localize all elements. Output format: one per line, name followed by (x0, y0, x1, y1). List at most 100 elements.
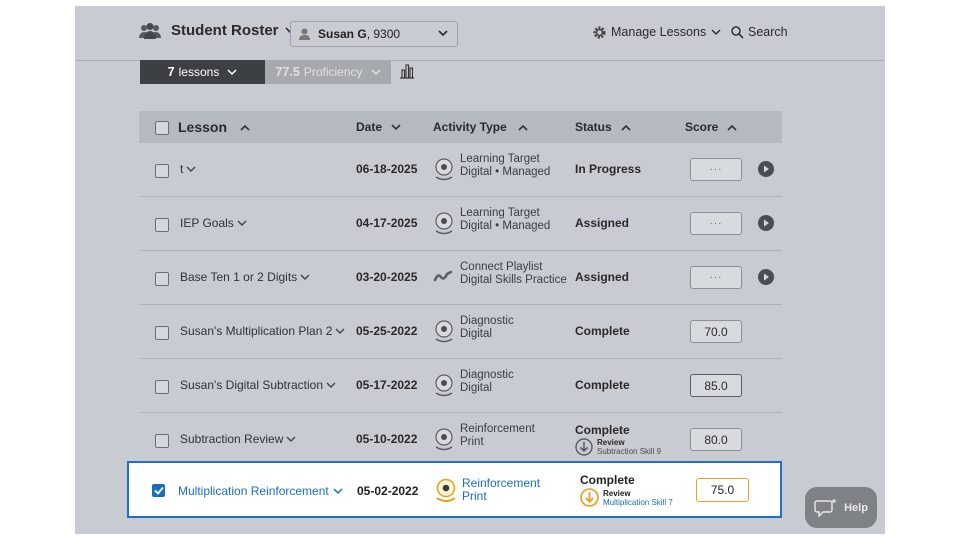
score-box[interactable]: 85.0 (690, 374, 742, 397)
review-link[interactable]: Review Subtraction Skill 9 (575, 438, 661, 456)
status-text: Complete (575, 423, 630, 437)
student-select[interactable]: Susan G, 9300 (290, 21, 458, 47)
score-box[interactable]: 80.0 (690, 428, 742, 451)
chevron-down-icon (438, 30, 448, 37)
status-text: Complete (580, 473, 635, 487)
activity-type-detail: Digital • Managed (460, 166, 551, 178)
bar-chart-icon[interactable] (399, 63, 415, 79)
lesson-date: 05-25-2022 (356, 324, 418, 338)
chevron-down-icon (186, 166, 196, 172)
review-skill: Subtraction Skill 9 (597, 447, 662, 456)
chevron-down-icon (227, 68, 237, 75)
table-header: Lesson Date Activity Type Status Score (139, 111, 782, 143)
activity-type-detail: Print (462, 489, 487, 503)
lesson-name-dropdown[interactable]: Base Ten 1 or 2 Digits (180, 270, 310, 284)
table-row[interactable]: Subtraction Review 05-10-2022 Reinforcem… (139, 413, 782, 467)
lessons-count: 7 (167, 65, 175, 79)
search-label: Search (748, 25, 788, 39)
target-icon (436, 478, 456, 502)
play-icon[interactable] (758, 161, 774, 177)
table-row[interactable]: Base Ten 1 or 2 Digits 03-20-2025 Connec… (139, 251, 782, 305)
activity-type-detail: Digital Skills Practice (460, 274, 567, 286)
play-icon[interactable] (758, 215, 774, 231)
lesson-date: 04-17-2025 (356, 216, 418, 230)
target-icon (435, 158, 453, 181)
row-checkbox[interactable] (155, 164, 169, 178)
row-checkbox[interactable] (155, 218, 169, 232)
table-row[interactable]: Susan's Digital Subtraction 05-17-2022 D… (139, 359, 782, 413)
row-checkbox[interactable] (155, 272, 169, 286)
column-lesson-label: Lesson (178, 119, 228, 135)
student-name: Susan G (318, 27, 367, 41)
table-row[interactable]: IEP Goals 04-17-2025 Learning Target Digi… (139, 197, 782, 251)
column-lesson[interactable]: Lesson (178, 111, 251, 143)
status-cell: Complete Review Subtraction Skill 9 (575, 423, 661, 456)
checkmark-icon (153, 486, 164, 495)
row-checkbox[interactable] (155, 326, 169, 340)
activity-type-detail: Digital (460, 328, 492, 340)
proficiency-button[interactable]: 77.5 Proficiency (265, 60, 391, 84)
score-box[interactable]: ··· (690, 212, 742, 235)
lesson-name-dropdown[interactable]: Susan's Multiplication Plan 2 (180, 324, 345, 338)
lesson-name-dropdown[interactable]: Susan's Digital Subtraction (180, 378, 336, 392)
score-box[interactable]: 75.0 (696, 478, 749, 502)
page-title: Student Roster (171, 22, 279, 39)
chat-help-icon (814, 498, 837, 518)
student-id: , 9300 (366, 27, 401, 41)
proficiency-label: Proficiency (303, 65, 363, 79)
help-button[interactable]: Help (805, 487, 877, 528)
score-box[interactable]: 70.0 (690, 320, 742, 343)
column-status-label: Status (575, 120, 612, 134)
column-activity-label: Activity Type (433, 120, 507, 134)
activity-type: Learning Target Digital • Managed (460, 207, 550, 233)
score-box[interactable]: ··· (690, 158, 742, 181)
chevron-down-icon (391, 123, 401, 130)
play-icon[interactable] (758, 269, 774, 285)
target-icon (435, 212, 453, 235)
manage-lessons-label: Manage Lessons (611, 25, 707, 39)
lesson-name-dropdown[interactable]: IEP Goals (180, 216, 247, 230)
lesson-name-dropdown[interactable]: Multiplication Reinforcement (178, 484, 343, 498)
lesson-date: 05-10-2022 (356, 432, 418, 446)
activity-type-detail: Digital (460, 382, 492, 394)
review-link[interactable]: Review Multiplication Skill 7 (580, 488, 673, 507)
column-status[interactable]: Status (575, 111, 632, 143)
column-date[interactable]: Date (356, 111, 402, 143)
row-checkbox[interactable] (155, 380, 169, 394)
top-bar: Student Roster Susan G, 9300 Manage Less… (75, 6, 885, 61)
select-all-checkbox[interactable] (155, 121, 169, 135)
activity-type-detail: Digital • Managed (460, 220, 551, 232)
score-box[interactable]: ··· (690, 266, 742, 289)
lessons-count-button[interactable]: 7 lessons (140, 60, 265, 84)
activity-type-name: Learning Target (460, 153, 540, 165)
status-cell: Complete Review Multiplication Skill 7 (580, 473, 673, 507)
roster-title-dropdown[interactable]: Student Roster (171, 22, 295, 39)
search-icon (731, 25, 744, 39)
lesson-name: t (180, 162, 184, 176)
score-value: 70.0 (704, 324, 728, 339)
search-button[interactable]: Search (731, 25, 788, 39)
playlist-icon (433, 270, 453, 282)
row-checkbox-checked[interactable] (152, 484, 165, 497)
score-value: 80.0 (704, 432, 728, 447)
lesson-name: IEP Goals (180, 216, 234, 230)
activity-type-name: Diagnostic (460, 315, 514, 327)
lesson-date: 05-02-2022 (357, 484, 419, 498)
column-activity-type[interactable]: Activity Type (433, 111, 529, 143)
help-label: Help (844, 501, 868, 514)
selected-table-row[interactable]: Multiplication Reinforcement 05-02-2022 … (127, 461, 782, 518)
table-row[interactable]: t 06-18-2025 Learning Target Digital • Ma… (139, 143, 782, 197)
lesson-name-dropdown[interactable]: Subtraction Review (180, 432, 296, 446)
table-row[interactable]: Susan's Multiplication Plan 2 05-25-2022… (139, 305, 782, 359)
target-icon (435, 374, 453, 397)
manage-lessons-menu[interactable]: Manage Lessons (593, 25, 721, 39)
lesson-date: 03-20-2025 (356, 270, 418, 284)
row-checkbox[interactable] (155, 434, 169, 448)
lesson-name-dropdown[interactable]: t (180, 162, 196, 176)
score-value: ··· (709, 272, 723, 283)
lesson-name: Multiplication Reinforcement (178, 484, 329, 498)
score-value: ··· (709, 218, 723, 229)
column-score[interactable]: Score (685, 111, 738, 143)
score-value: 85.0 (704, 378, 728, 393)
students-icon (139, 23, 161, 39)
